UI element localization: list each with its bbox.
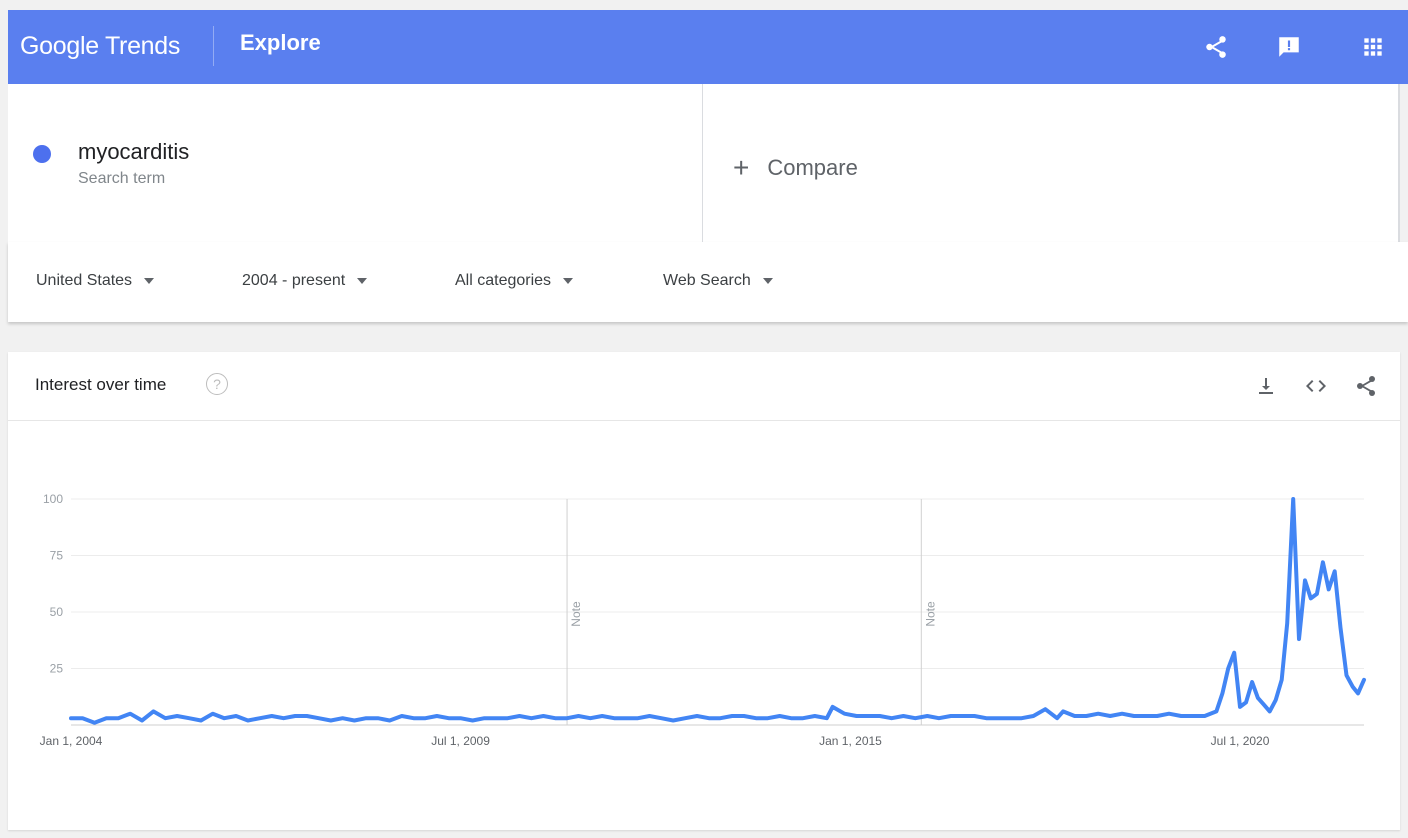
x-tick-label: Jul 1, 2020	[1211, 734, 1270, 748]
time-range-filter-label: 2004 - present	[242, 272, 346, 289]
category-filter-label: All categories	[455, 272, 552, 289]
compare-card-edge	[1398, 84, 1400, 242]
y-tick-label: 50	[50, 605, 64, 619]
chevron-down-icon	[144, 277, 155, 284]
page-title: Explore	[240, 30, 321, 55]
x-tick-label: Jan 1, 2004	[40, 734, 103, 748]
series-line-myocarditis[interactable]	[69, 497, 1366, 725]
feedback-icon[interactable]	[1274, 32, 1304, 62]
header-divider	[213, 26, 214, 66]
search-term[interactable]: myocarditis	[78, 139, 189, 165]
region-filter[interactable]: United States	[36, 272, 155, 290]
compare-button[interactable]: + Compare	[733, 150, 858, 183]
time-range-filter[interactable]: 2004 - present	[242, 272, 368, 290]
search-term-card[interactable]: myocarditis Search term	[8, 84, 703, 242]
note-label: Note	[923, 601, 937, 627]
chevron-down-icon	[762, 277, 773, 284]
y-tick-label: 25	[50, 662, 64, 676]
category-filter[interactable]: All categories	[455, 272, 574, 290]
x-tick-label: Jul 1, 2009	[431, 734, 490, 748]
search-term-row: myocarditis Search term + Compare	[8, 84, 1400, 243]
app-header: Google Trends Explore	[8, 10, 1408, 84]
filter-bar: United States 2004 - present All categor…	[8, 242, 1408, 322]
interest-over-time-card: Interest over time ? 25 50 75 100 Jan 1, 200…	[8, 352, 1400, 830]
search-type-filter[interactable]: Web Search	[663, 272, 773, 290]
chevron-down-icon	[357, 277, 368, 284]
apps-grid-icon[interactable]	[1358, 32, 1388, 62]
compare-label: Compare	[767, 155, 858, 180]
interest-line-chart[interactable]: 25 50 75 100 Jan 1, 2004 Jul 1, 2009 Jan 1, 20…	[8, 352, 1400, 830]
region-filter-label: United States	[36, 272, 133, 289]
y-tick-label: 100	[43, 492, 63, 506]
note-label: Note	[569, 601, 583, 627]
term-color-dot	[33, 145, 51, 163]
google-trends-logo[interactable]: Google Trends	[20, 32, 180, 61]
search-type-filter-label: Web Search	[663, 272, 751, 289]
chevron-down-icon	[563, 277, 574, 284]
y-tick-label: 75	[50, 549, 64, 563]
search-term-type: Search term	[78, 170, 166, 187]
share-icon[interactable]	[1201, 32, 1231, 62]
plus-icon: +	[733, 152, 750, 183]
x-tick-label: Jan 1, 2015	[819, 734, 882, 748]
